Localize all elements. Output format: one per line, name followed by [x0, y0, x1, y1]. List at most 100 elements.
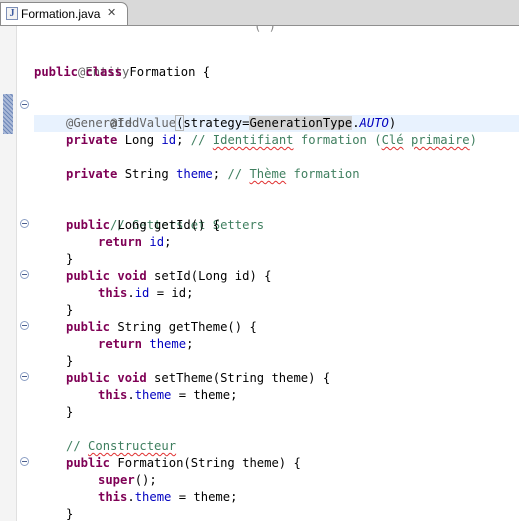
keyword: public void	[66, 269, 147, 283]
fold-collapse-icon[interactable]	[20, 100, 29, 109]
comment-prefix: //	[183, 133, 213, 147]
field-theme: theme	[134, 490, 172, 504]
fold-collapse-icon[interactable]	[20, 457, 29, 466]
comment-constructor: // Constructeur	[66, 439, 176, 453]
tab-formation-java[interactable]: J Formation.java ✕	[0, 2, 128, 25]
code-line-close-brace: }	[66, 353, 73, 370]
fold-collapse-icon[interactable]	[20, 219, 29, 228]
code-line-constructor-comment: // Constructeur	[66, 438, 176, 455]
comment-word: )	[469, 133, 477, 147]
keyword: super	[98, 473, 135, 487]
class-name: Formation {	[122, 65, 211, 79]
brace: }	[66, 354, 74, 368]
dot: .	[127, 490, 135, 504]
method-signature: setId(Long id) {	[146, 269, 272, 283]
code-line-setid: public void setId(Long id) {	[66, 268, 271, 285]
keyword: private	[66, 167, 118, 181]
keyword: this	[98, 388, 128, 402]
comment-prefix: //	[66, 439, 89, 453]
code-line-close-brace: }	[66, 506, 73, 521]
field-theme: theme	[134, 388, 172, 402]
semicolon: ;	[186, 337, 194, 351]
comment-prefix: //	[220, 167, 250, 181]
code-line-settheme: public void setTheme(String theme) {	[66, 370, 330, 387]
comment-theme: // Thème formation	[220, 167, 359, 181]
method-signature: setTheme(String theme) {	[146, 371, 331, 385]
semicolon: ;	[164, 235, 172, 249]
code-line-close-brace: }	[66, 251, 73, 268]
code-line-entity: @Entity	[34, 47, 129, 79]
fold-collapse-icon[interactable]	[20, 321, 29, 330]
code-line-theme-field: private String theme; // Thème formation	[66, 166, 360, 183]
code-line-getset-comment: // Getters et Setters	[66, 200, 264, 232]
comment-word: formation (	[293, 133, 382, 147]
code-line-assign-theme: this.theme = theme;	[98, 489, 237, 506]
brace: }	[66, 252, 74, 266]
comment-word: Constructeur	[88, 439, 177, 453]
brace: }	[66, 405, 74, 419]
code-line-generated-value: @GeneratedValue(strategy=GenerationType.…	[66, 115, 396, 132]
field-theme: theme	[149, 337, 187, 351]
code-line-fragment: ( )	[254, 26, 277, 33]
code-line-assign-theme: this.theme = theme;	[98, 387, 237, 404]
strategy-param: strategy=	[183, 116, 250, 130]
occurrence-marker-icon[interactable]	[3, 94, 13, 134]
comment-word: Thème	[249, 167, 287, 181]
keyword: public class	[34, 65, 123, 79]
java-file-icon: J	[6, 7, 18, 20]
annotation-generated-value: @GeneratedValue	[66, 116, 177, 130]
brace: }	[66, 507, 74, 521]
gutter-divider	[16, 26, 17, 521]
code-line-return-id: return id;	[98, 234, 171, 251]
code-line-close-brace: }	[66, 302, 73, 319]
enum-auto: AUTO	[359, 116, 389, 130]
close-icon[interactable]: ✕	[107, 7, 117, 19]
keyword: public void	[66, 371, 147, 385]
code-line-gettheme: public String getTheme() {	[66, 319, 257, 336]
fold-collapse-icon[interactable]	[20, 372, 29, 381]
dot: .	[127, 388, 135, 402]
fold-collapse-icon[interactable]	[20, 270, 29, 279]
assignment: = theme;	[171, 388, 238, 402]
type-string: String	[117, 167, 177, 181]
code-editor[interactable]: ( ) @Entity public class Formation { @Id…	[0, 26, 519, 521]
type-long: Long	[117, 133, 162, 147]
keyword: public	[66, 320, 111, 334]
assignment: = theme;	[171, 490, 238, 504]
constructor-signature: Formation(String theme) {	[110, 456, 301, 470]
code-line-constructor: public Formation(String theme) {	[66, 455, 301, 472]
paren-close: )	[388, 116, 397, 130]
assignment: = id;	[149, 286, 194, 300]
method-signature: String getTheme() {	[110, 320, 257, 334]
keyword: this	[98, 286, 128, 300]
code-line-class: public class Formation {	[34, 64, 210, 81]
keyword: public	[66, 456, 111, 470]
field-id: id	[149, 235, 165, 249]
dot: .	[352, 116, 360, 130]
editor-tab-bar: J Formation.java ✕	[0, 0, 519, 26]
keyword: private	[66, 133, 118, 147]
comment-space	[404, 133, 411, 147]
comment-word: primaire	[410, 133, 470, 147]
comment-word: Clé	[381, 133, 404, 147]
code-line-id-field: private Long id; // Identifiant formatio…	[66, 132, 477, 149]
code-line-close-brace: }	[66, 404, 73, 421]
dot: .	[127, 286, 135, 300]
tab-label: Formation.java	[21, 7, 101, 21]
keyword: return	[98, 337, 143, 351]
comment-word: Identifiant	[212, 133, 294, 147]
semicolon: ;	[212, 167, 221, 181]
field-id: id	[134, 286, 150, 300]
keyword: this	[98, 490, 128, 504]
type-generation-type: GenerationType	[249, 116, 353, 130]
keyword: public	[66, 218, 111, 232]
field-theme: theme	[176, 167, 213, 181]
field-id: id	[161, 133, 177, 147]
code-line-assign-id: this.id = id;	[98, 285, 193, 302]
code-line-return-theme: return theme;	[98, 336, 193, 353]
code-line-id-annotation: @Id	[66, 98, 132, 130]
code-line-super: super();	[98, 472, 157, 489]
comment-id: // Identifiant formation (Clé primaire)	[183, 133, 477, 147]
comment-word: formation	[286, 167, 360, 181]
brace: }	[66, 303, 74, 317]
